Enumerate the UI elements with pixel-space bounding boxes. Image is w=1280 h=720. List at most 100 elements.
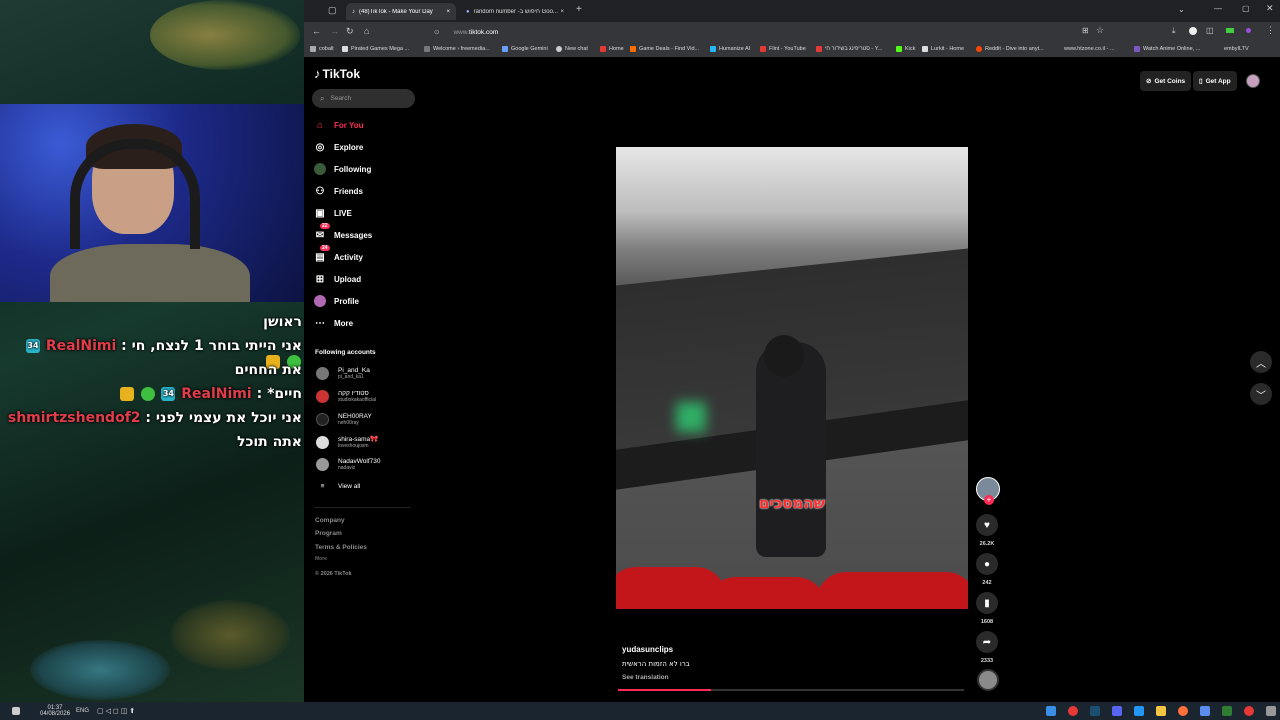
bookmark-item[interactable]: Welcome › freemedia... [424,46,490,52]
nav-upload[interactable]: ⊞ Upload [314,273,361,285]
firefox-icon[interactable] [1178,706,1188,716]
close-window-icon[interactable]: ✕ [1266,3,1274,14]
bookmark-item[interactable]: New chat [556,46,588,52]
search-input[interactable]: ⌕ Search [312,89,415,108]
nav-activity[interactable]: ▤ 24 Activity [314,245,363,263]
account-item[interactable]: NadavWolf730 nadaviz [316,458,381,471]
share-button[interactable]: ➦ [976,631,998,653]
extension-icon[interactable]: ◫ [1206,26,1214,35]
extension-icon[interactable] [1226,28,1234,33]
nav-for-you[interactable]: ⌂ For You [314,119,364,131]
bookmark-item[interactable]: Kick [896,46,915,52]
creator-avatar[interactable]: + [976,477,1000,505]
bookmark-item[interactable]: Lurkit - Home [922,46,964,52]
next-video-button[interactable]: ﹀ [1250,383,1272,405]
progress-track[interactable] [618,689,964,691]
new-tab-icon[interactable]: + [576,4,582,15]
bookmark-star-icon[interactable]: ☆ [1096,25,1104,36]
get-coins-button[interactable]: ⊘ Get Coins [1140,71,1192,91]
back-icon[interactable]: ← [312,26,321,36]
nav-profile[interactable]: Profile [314,295,359,307]
bookmark-item[interactable]: Flint - YouTube [760,46,806,52]
close-tab-icon[interactable]: × [560,9,564,15]
language-indicator[interactable]: ENG [76,708,89,714]
bookmark-item[interactable]: www.htzone.co.il - ... [1064,46,1114,52]
follow-plus-icon[interactable]: + [984,495,994,505]
bookmark-item[interactable]: cobalt [310,46,334,52]
nav-following[interactable]: Following [314,163,371,175]
reload-icon[interactable]: ↻ [346,26,354,37]
nav-live[interactable]: ▣ LIVE [314,207,352,219]
music-disc-icon[interactable] [977,669,999,691]
home-icon[interactable]: ⌂ [364,26,369,36]
steam-icon[interactable] [1090,706,1100,716]
tab-tiktok[interactable]: ♪ (48)TikTok - Make Your Day × [346,3,456,20]
video-figure-head [764,335,804,377]
footer-terms[interactable]: Terms & Policies [315,544,367,551]
clock[interactable]: 01:37 04/08/2026 [40,705,70,717]
maximize-icon[interactable]: ▢ [1242,4,1250,13]
site-info-icon[interactable]: ⊙ [434,28,439,36]
bookmark-item[interactable]: Pirated Games Mega ... [342,46,409,52]
save-button[interactable]: ▮ [976,592,998,614]
see-translation-link[interactable]: See translation [622,674,669,681]
app-icon[interactable] [1134,706,1144,716]
bookmark-item[interactable]: Reddit - Dive into anyt... [976,46,1044,52]
tiktok-logo[interactable]: ♪ TikTok [314,66,360,81]
close-tab-icon[interactable]: × [446,9,450,15]
get-app-button[interactable]: ▯ Get App [1193,71,1237,91]
tab-google[interactable]: ● random number -חיפוש ב Goo... × [460,3,570,20]
nav-messages[interactable]: ✉ 22 Messages [314,223,372,241]
menu-kebab-icon[interactable]: ⋮ [1266,25,1275,36]
avatar[interactable] [1246,74,1260,88]
app-icon[interactable] [1266,706,1276,716]
app-icon[interactable] [1222,706,1232,716]
downloads-icon[interactable]: ⤓ [1172,26,1176,36]
notification-icon[interactable] [12,707,20,715]
following-icon [314,163,326,175]
footer-more[interactable]: More [315,556,327,562]
like-button[interactable]: ♥ [976,514,998,536]
extension-icon[interactable] [1189,27,1197,35]
system-tray-icons[interactable]: ▢ ◁ ◻ ◫ ⬆ [97,707,135,715]
tab-search-icon[interactable]: ⌄ [1178,5,1185,14]
comment-button[interactable]: ● [976,553,998,575]
account-item[interactable]: shira-sama🎀 loveshoujosm [316,435,378,449]
account-item[interactable]: סטודיו קקה studiokakaofficial [316,390,376,403]
url-field[interactable]: ⊙ www. tiktok.com [434,25,1074,39]
discord-icon[interactable] [1112,706,1122,716]
app-icon[interactable] [1200,706,1210,716]
bookmark-item[interactable]: Watch Anime Online, ... [1134,46,1200,52]
bookmark-item[interactable]: סטריפינג בשידור חי - Y... [816,46,882,52]
messages-icon: ✉ 22 [315,223,330,241]
bookmark-item[interactable]: embyILTV [1224,46,1249,52]
footer-program[interactable]: Program [315,530,342,537]
home-icon: ⌂ [316,119,324,131]
bookmark-item[interactable]: Humanize AI [710,46,750,52]
previous-video-button[interactable]: ︿ [1250,351,1272,373]
tab-actions-icon[interactable]: ▢ [328,5,337,16]
stream-overlay: ראושן אני הייתי בוחר 1 לנצח, חי : RealNi… [0,0,304,702]
nav-more[interactable]: ⋯ More [314,317,353,329]
search-icon: ⌕ [320,93,325,103]
profile-icon[interactable] [1246,28,1251,33]
bookmark-item[interactable]: Home [600,46,624,52]
account-item[interactable]: Pi_and_Ka pi_and_ka1 [316,367,370,380]
fish-background [150,0,300,70]
forward-icon[interactable]: → [330,26,339,36]
footer-company[interactable]: Company [315,517,345,524]
nav-explore[interactable]: ◎ Explore [314,141,364,153]
nav-friends[interactable]: ⚇ Friends [314,185,363,197]
account-item[interactable]: NEH00RAY neh00ray [316,413,372,426]
video-author[interactable]: yudasunclips [622,645,673,654]
folder-icon[interactable] [1156,706,1166,716]
view-all-link[interactable]: ≡ View all [316,483,361,490]
app-icon[interactable] [1046,706,1056,716]
minimize-icon[interactable]: — [1214,4,1222,13]
video-player[interactable]: שהמסכים [616,147,968,609]
translate-icon[interactable]: ⊞ [1082,26,1089,35]
app-icon[interactable] [1244,706,1254,716]
bookmark-item[interactable]: Game Deals - Find Vid... [630,46,699,52]
app-icon[interactable] [1068,706,1078,716]
bookmark-item[interactable]: Google Gemini [502,46,548,52]
